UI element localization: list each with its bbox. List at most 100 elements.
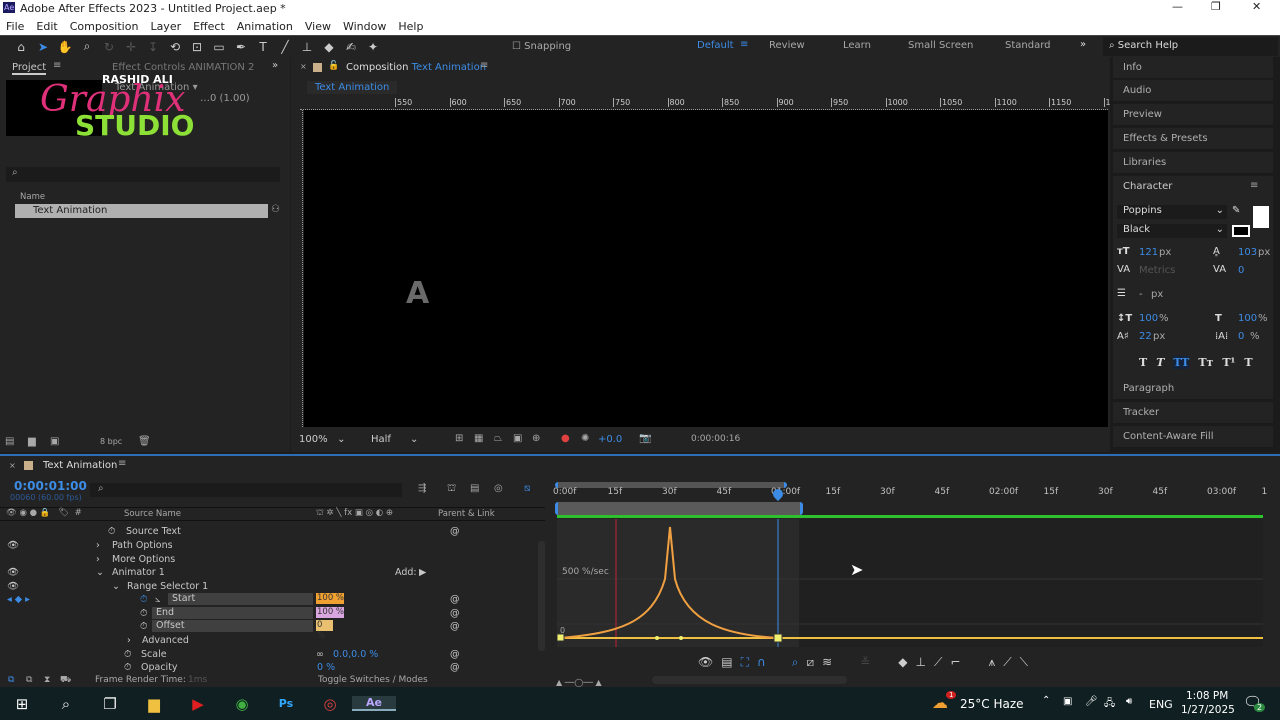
lock-icon[interactable]: 🔓 (328, 61, 339, 71)
stopwatch-icon[interactable]: ⏱ (140, 607, 147, 620)
after-effects-icon[interactable]: Ae (352, 696, 396, 711)
hold-keyframe-icon[interactable]: ⊥ (916, 655, 926, 670)
eraser-icon[interactable]: ◆ (318, 40, 340, 54)
property-row-start[interactable]: ◂ ◆ ▸ ⏱ ⦣ Start 100 % @ (0, 593, 545, 607)
close-tab-icon[interactable]: × (300, 62, 307, 71)
menu-animation[interactable]: Animation (231, 18, 299, 35)
panel-menu-icon[interactable]: ≡ (118, 458, 126, 469)
superscript-button[interactable]: T¹ (1222, 356, 1235, 369)
property-row[interactable]: 👁 ⌄ Range Selector 1 (0, 580, 545, 594)
easy-ease-out-icon[interactable]: ⟍ (1020, 655, 1028, 670)
panel-paragraph[interactable]: Paragraph (1113, 378, 1273, 400)
close-tab-icon[interactable]: × (9, 461, 16, 470)
type-tool-icon[interactable]: T (252, 40, 274, 54)
panel-menu-icon[interactable]: ≡ (480, 60, 488, 71)
transform-box-icon[interactable]: ⛶ (741, 655, 749, 670)
trash-icon[interactable]: 🗑 (138, 436, 151, 447)
graph-editor-icon[interactable]: ⧅ (524, 483, 530, 494)
timeline-timecode[interactable]: 0:00:01:00 (14, 479, 87, 493)
task-view-icon[interactable]: ❐ (88, 695, 132, 713)
stopwatch-icon[interactable]: ⏱ (108, 525, 115, 538)
property-row[interactable]: 👁 ⌄ Animator 1 Add: ▶ (0, 566, 545, 580)
graph-area[interactable]: 500 %/sec 0 (557, 519, 1263, 647)
stopwatch-icon[interactable]: ⏱ (140, 620, 147, 633)
graph-type-icon[interactable]: ▤ (721, 655, 732, 670)
reset-exposure-icon[interactable]: ✺ (581, 433, 589, 444)
font-family-dropdown[interactable]: Poppins ⌄ (1117, 205, 1227, 219)
panel-menu-icon[interactable]: ≡ (1250, 180, 1258, 191)
expand-icon[interactable]: › (96, 553, 100, 566)
menu-edit[interactable]: Edit (30, 18, 63, 35)
render-time-icon[interactable]: ⛟ (60, 675, 71, 686)
clock-time[interactable]: 1:08 PM (1186, 690, 1228, 702)
font-size-value[interactable]: 121 (1139, 247, 1158, 258)
panel-effects-presets[interactable]: Effects & Presets (1113, 128, 1273, 150)
zoom-slider[interactable]: ▲ ──◯── ▲ (556, 678, 646, 687)
property-row-offset[interactable]: ⏱ Offset 0 % @ (0, 620, 545, 641)
rotate-tool-icon[interactable]: ⟲ (164, 40, 186, 54)
selection-tool-icon[interactable]: ➤ (32, 40, 54, 54)
separate-dimensions-icon[interactable]: ≚ (860, 655, 870, 670)
home-icon[interactable]: ⌂ (10, 40, 32, 54)
pickwhip-icon[interactable]: @ (450, 593, 460, 606)
layer-switches-icon[interactable]: ⧉ (8, 675, 14, 685)
pickwhip-icon[interactable]: @ (450, 607, 460, 620)
work-area-bar[interactable] (555, 502, 803, 515)
orbit-tool-icon[interactable]: ↻ (98, 40, 120, 54)
toggle-switches-modes[interactable]: Toggle Switches / Modes (318, 675, 428, 685)
shy-layers-icon[interactable]: ⛫ (447, 483, 456, 496)
volume-icon[interactable]: 🔊︎ (1126, 696, 1132, 707)
easy-ease-icon[interactable]: ⩚ (988, 655, 995, 670)
motion-blur-icon[interactable]: ◎ (494, 483, 503, 494)
font-style-dropdown[interactable]: Black ⌄ (1117, 224, 1227, 238)
weather-text[interactable]: 25°C Haze (960, 697, 1024, 711)
tracking-value[interactable]: 0 (1238, 265, 1244, 276)
start-icon[interactable]: ⊞ (0, 695, 44, 713)
collapse-icon[interactable]: ⌄ (112, 580, 120, 593)
chrome-icon[interactable]: ◉ (220, 695, 264, 713)
new-folder-icon[interactable]: ▆ (28, 436, 36, 447)
expand-panels-icon[interactable]: » (272, 60, 278, 71)
interpret-footage-icon[interactable]: ▤ (5, 436, 14, 447)
horizontal-scale-value[interactable]: 100 (1238, 313, 1257, 324)
roto-brush-icon[interactable]: ✍ (340, 40, 362, 54)
panel-content-aware-fill[interactable]: Content-Aware Fill (1113, 426, 1273, 448)
fast-preview-icon[interactable]: ⊞ (455, 433, 463, 444)
maximize-button[interactable]: ❐ (1211, 0, 1221, 13)
menu-file[interactable]: File (0, 18, 30, 35)
property-row-end[interactable]: ⏱ End 100 % @ (0, 607, 545, 621)
timeline-search-input[interactable]: ⌕ (90, 483, 402, 497)
more-workspaces-icon[interactable]: » (1080, 39, 1086, 50)
eye-icon[interactable]: 👁 (7, 580, 19, 593)
youtube-icon[interactable]: ▶ (176, 695, 220, 713)
scale-value[interactable]: 0.0,0.0 % (333, 648, 378, 661)
grid-guides-icon[interactable]: ⊕ (532, 433, 540, 444)
puppet-pin-icon[interactable]: ✦ (362, 40, 384, 54)
panel-preview[interactable]: Preview (1113, 104, 1273, 126)
stopwatch-icon[interactable]: ⏱ (124, 648, 131, 661)
tsume-value[interactable]: 0 (1238, 331, 1244, 342)
composition-flowchart-icon[interactable]: ⇶ (418, 483, 426, 494)
transfer-controls-icon[interactable]: ⧉ (26, 675, 32, 685)
project-search-input[interactable]: ⌕ (6, 167, 280, 182)
current-time[interactable]: 0:00:00:16 (691, 434, 740, 444)
add-menu-icon[interactable]: ▶ (419, 566, 426, 579)
property-row[interactable]: › More Options (0, 553, 545, 567)
property-row[interactable]: › Advanced (0, 634, 545, 648)
meet-icon[interactable]: ▣ (1063, 696, 1072, 707)
rectangle-tool-icon[interactable]: ▭ (208, 40, 230, 54)
in-out-icon[interactable]: ⧗ (44, 675, 50, 685)
subscript-button[interactable]: T (1244, 356, 1252, 369)
pen-tool-icon[interactable]: ✒ (230, 40, 252, 54)
stroke-color-swatch[interactable] (1232, 225, 1250, 237)
search-help-input[interactable]: ⌕ Search Help (1103, 37, 1278, 56)
menu-help[interactable]: Help (392, 18, 429, 35)
property-row-scale[interactable]: ⏱ Scale ∞ 0.0,0.0 % @ (0, 648, 545, 662)
language-indicator[interactable]: ENG (1149, 698, 1173, 711)
workspace-learn[interactable]: Learn (843, 40, 871, 51)
canvas-text[interactable]: A (406, 276, 429, 311)
panel-info[interactable]: Info (1113, 57, 1273, 79)
offset-value[interactable]: 0 % (316, 620, 333, 641)
graph-toggle-icon[interactable]: ≋ (822, 655, 832, 670)
hand-tool-icon[interactable]: ✋ (54, 40, 76, 54)
